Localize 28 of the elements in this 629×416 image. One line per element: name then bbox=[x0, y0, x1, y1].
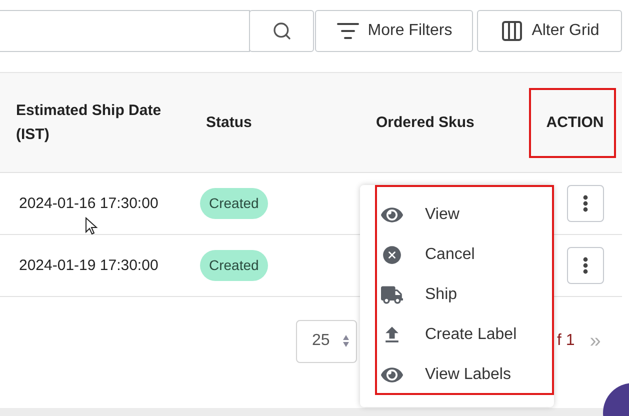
column-header: Status bbox=[206, 114, 252, 130]
more-actions-button[interactable] bbox=[567, 247, 604, 284]
menu-item[interactable]: Ship bbox=[376, 275, 554, 315]
table-cell: 2024-01-16 17:30:00 bbox=[19, 194, 158, 212]
menu-item[interactable]: View bbox=[376, 195, 554, 235]
mouse-cursor-icon bbox=[85, 217, 98, 236]
search-button[interactable] bbox=[249, 10, 314, 52]
kebab-icon bbox=[583, 257, 588, 274]
page-count-text: f 1 bbox=[557, 331, 575, 351]
menu-item[interactable]: Create Label bbox=[376, 315, 554, 355]
search-icon bbox=[272, 21, 292, 41]
more-actions-button[interactable] bbox=[567, 185, 604, 222]
status-badge: Created bbox=[200, 188, 268, 219]
sort-arrows-icon bbox=[342, 334, 350, 348]
column-header: ACTION bbox=[546, 112, 604, 132]
table-cell: 2024-01-19 17:30:00 bbox=[19, 256, 158, 274]
kebab-icon bbox=[583, 195, 588, 212]
status-badge: Created bbox=[200, 250, 268, 281]
page-size-select[interactable]: 25 bbox=[296, 320, 357, 362]
menu-item[interactable]: Cancel bbox=[376, 235, 554, 275]
menu-item[interactable]: View Labels bbox=[376, 355, 554, 395]
column-header: Estimated Ship Date (IST) bbox=[16, 102, 162, 142]
more-filters-button[interactable]: More Filters bbox=[315, 10, 473, 52]
column-header: Ordered Skus bbox=[376, 114, 474, 130]
columns-icon bbox=[500, 19, 524, 43]
truck-icon bbox=[381, 284, 403, 306]
alter-grid-button[interactable]: Alter Grid bbox=[477, 10, 622, 52]
search-field[interactable] bbox=[0, 10, 250, 52]
